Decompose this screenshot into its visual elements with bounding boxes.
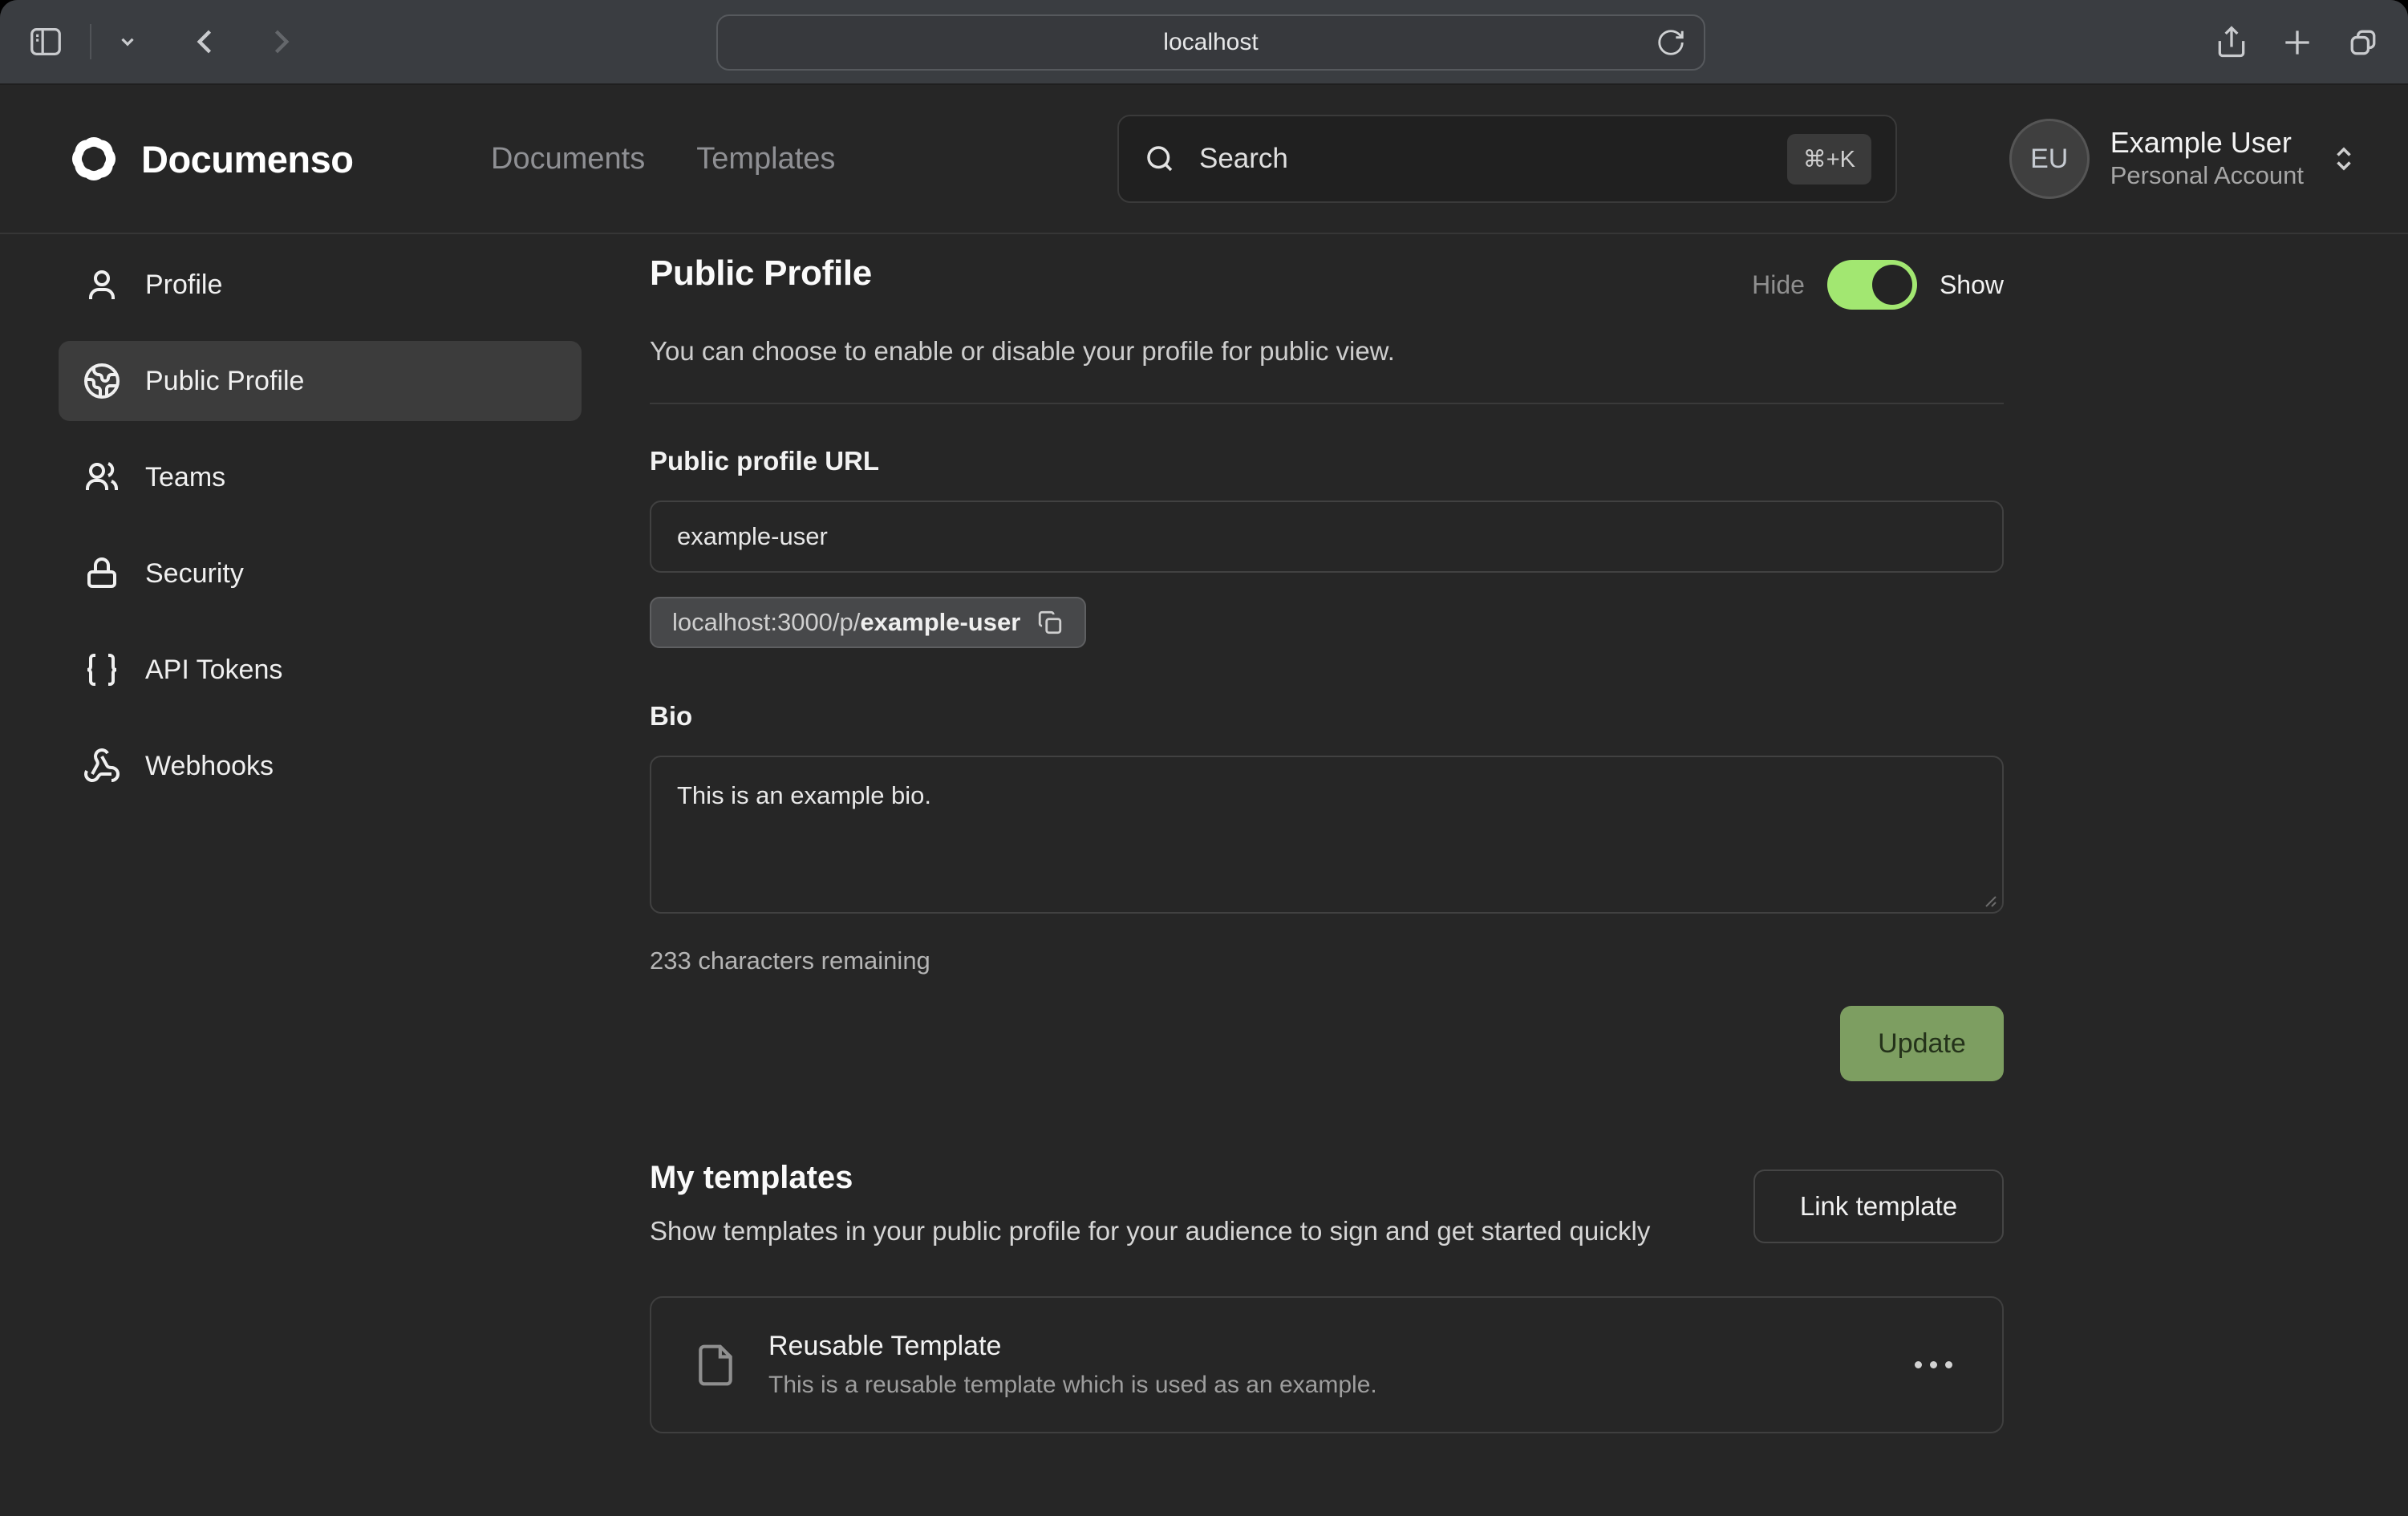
bio-field-label: Bio: [650, 701, 2004, 732]
file-icon: [693, 1343, 738, 1388]
profile-visibility-toggle[interactable]: [1827, 260, 1917, 310]
sidebar-item-label: Public Profile: [145, 366, 304, 397]
public-profile-settings: Public Profile Hide Show You can choose …: [650, 234, 2004, 1433]
search-input[interactable]: Search ⌘+K: [1117, 115, 1897, 203]
sidebar-item-profile[interactable]: Profile: [59, 245, 582, 325]
sidebar-toggle-button[interactable]: [27, 23, 64, 60]
toggle-knob: [1872, 265, 1912, 305]
copy-profile-url-button[interactable]: localhost:3000/p/example-user: [650, 597, 1086, 648]
divider: [650, 403, 2004, 404]
url-preview-prefix: localhost:3000/p/: [672, 608, 860, 636]
sidebar-item-teams[interactable]: Teams: [59, 437, 582, 517]
browser-window: localhost: [0, 0, 2408, 1516]
account-type: Personal Account: [2110, 160, 2304, 192]
update-button[interactable]: Update: [1840, 1006, 2004, 1081]
tab-overview-button[interactable]: [2345, 25, 2381, 60]
url-preview-slug: example-user: [860, 608, 1020, 636]
sidebar-item-webhooks[interactable]: Webhooks: [59, 726, 582, 806]
address-bar[interactable]: localhost: [716, 14, 1705, 71]
characters-remaining: 233 characters remaining: [650, 946, 2004, 975]
brand-name: Documenso: [141, 137, 354, 181]
address-bar-url: localhost: [1163, 29, 1258, 56]
tabs-icon: [2345, 25, 2381, 60]
sidebar-item-label: Profile: [145, 270, 222, 301]
public-profile-url-input[interactable]: [650, 501, 2004, 573]
chevrons-up-down-icon: [2329, 144, 2358, 173]
sidebar-item-label: Webhooks: [145, 751, 274, 782]
chevron-left-icon: [188, 24, 223, 59]
globe-icon: [83, 362, 121, 400]
chevron-down-icon: [117, 31, 138, 52]
user-icon: [83, 266, 121, 304]
toolbar-separator: [90, 24, 91, 59]
avatar: EU: [2009, 119, 2090, 199]
section-description: You can choose to enable or disable your…: [650, 334, 2004, 369]
sidebar-item-label: Security: [145, 558, 244, 590]
my-templates-title: My templates: [650, 1160, 1709, 1196]
users-icon: [83, 458, 121, 497]
nav-templates[interactable]: Templates: [696, 142, 835, 176]
browser-toolbar: localhost: [0, 0, 2408, 85]
braces-icon: [83, 651, 121, 689]
chevron-right-icon: [263, 24, 298, 59]
resize-handle[interactable]: [1980, 890, 1999, 910]
share-icon: [2214, 25, 2249, 60]
back-button[interactable]: [188, 24, 223, 59]
copy-icon: [1036, 609, 1064, 636]
share-button[interactable]: [2214, 25, 2249, 60]
sidebar-item-security[interactable]: Security: [59, 533, 582, 614]
lock-icon: [83, 554, 121, 593]
template-options-button[interactable]: [1907, 1353, 1960, 1376]
webhook-icon: [83, 747, 121, 785]
sidebar-item-label: API Tokens: [145, 655, 282, 686]
plus-icon: [2280, 25, 2315, 60]
link-template-button[interactable]: Link template: [1753, 1169, 2004, 1243]
template-row: Reusable Template This is a reusable tem…: [650, 1296, 2004, 1433]
toggle-hide-label: Hide: [1752, 270, 1805, 300]
sidebar-dropdown-button[interactable]: [117, 31, 138, 52]
template-description: This is a reusable template which is use…: [768, 1372, 1907, 1399]
sidebar-item-api-tokens[interactable]: API Tokens: [59, 630, 582, 710]
user-name: Example User: [2110, 125, 2304, 160]
settings-sidebar: Profile Public Profile Teams Security AP…: [59, 245, 582, 822]
account-menu-button[interactable]: EU Example User Personal Account: [2009, 85, 2358, 233]
my-templates-description: Show templates in your public profile fo…: [650, 1210, 1709, 1252]
sidebar-item-public-profile[interactable]: Public Profile: [59, 341, 582, 421]
new-tab-button[interactable]: [2280, 25, 2315, 60]
sidebar-item-label: Teams: [145, 462, 225, 493]
nav-documents[interactable]: Documents: [491, 142, 645, 176]
app-header: Documenso Documents Templates Search ⌘+K…: [0, 85, 2408, 234]
search-icon: [1143, 142, 1177, 176]
documenso-logo-icon: [64, 129, 124, 188]
url-field-label: Public profile URL: [650, 446, 2004, 476]
page-title: Public Profile: [650, 253, 872, 294]
forward-button[interactable]: [263, 24, 298, 59]
template-name: Reusable Template: [768, 1331, 1907, 1362]
search-placeholder: Search: [1199, 143, 1787, 175]
reload-button[interactable]: [1656, 27, 1686, 58]
top-nav: Documents Templates: [491, 85, 835, 233]
toggle-show-label: Show: [1940, 270, 2004, 300]
reload-icon: [1656, 27, 1686, 58]
panel-left-icon: [27, 23, 64, 60]
brand-logo[interactable]: Documenso: [64, 129, 354, 188]
bio-textarea[interactable]: This is an example bio.: [650, 756, 2004, 914]
search-shortcut-badge: ⌘+K: [1787, 134, 1871, 184]
